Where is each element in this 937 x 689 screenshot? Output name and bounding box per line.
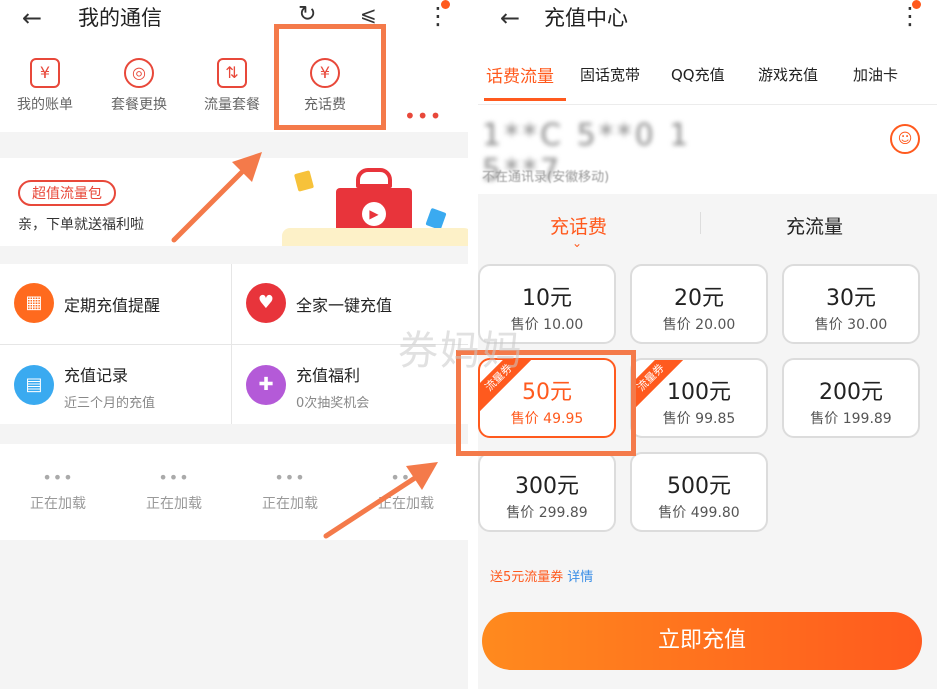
arrow-to-50-card-icon: [323, 462, 438, 539]
watermark: 券妈妈: [398, 328, 524, 374]
arrow-to-topup-icon: [171, 152, 262, 243]
